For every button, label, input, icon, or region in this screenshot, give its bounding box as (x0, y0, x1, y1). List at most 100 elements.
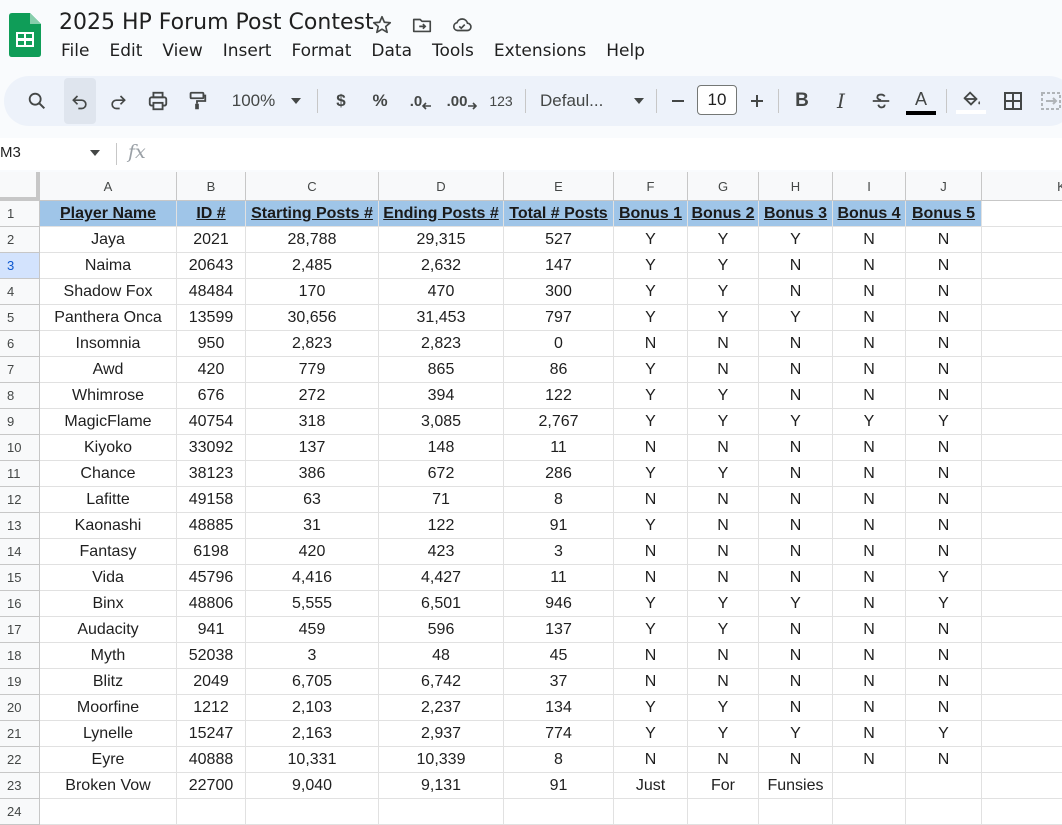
row-header-4[interactable]: 4 (0, 279, 40, 305)
table-cell[interactable]: N (833, 565, 906, 591)
merge-cells-button[interactable] (1040, 76, 1062, 126)
table-cell[interactable]: 1212 (177, 695, 246, 721)
table-cell[interactable]: 865 (379, 357, 504, 383)
table-cell[interactable]: 37 (504, 669, 614, 695)
table-cell[interactable]: Whimrose (40, 383, 177, 409)
table-cell[interactable]: Y (688, 721, 759, 747)
table-cell[interactable]: 423 (379, 539, 504, 565)
table-cell[interactable]: N (833, 227, 906, 253)
row-header-8[interactable]: 8 (0, 383, 40, 409)
select-all-corner[interactable] (0, 172, 40, 201)
table-cell[interactable]: 2021 (177, 227, 246, 253)
italic-button[interactable]: I (828, 76, 854, 126)
name-box[interactable]: M3 (0, 144, 21, 161)
table-cell[interactable]: Eyre (40, 747, 177, 773)
table-cell[interactable]: 38123 (177, 461, 246, 487)
table-cell[interactable] (379, 799, 504, 825)
table-cell[interactable]: 4,427 (379, 565, 504, 591)
table-cell[interactable]: 459 (246, 617, 379, 643)
table-cell[interactable]: 2,823 (379, 331, 504, 357)
table-cell[interactable] (982, 279, 1062, 305)
table-cell[interactable]: 45 (504, 643, 614, 669)
table-cell[interactable]: Y (906, 409, 982, 435)
table-cell[interactable]: Y (688, 305, 759, 331)
table-cell[interactable]: 122 (504, 383, 614, 409)
table-cell[interactable]: 40754 (177, 409, 246, 435)
table-cell[interactable]: N (906, 695, 982, 721)
menu-extensions[interactable]: Extensions (494, 41, 586, 61)
table-cell[interactable]: N (688, 435, 759, 461)
table-cell[interactable]: MagicFlame (40, 409, 177, 435)
decrease-font-size-button[interactable] (666, 76, 690, 126)
table-cell[interactable] (982, 383, 1062, 409)
column-header-d[interactable]: D (379, 172, 504, 201)
paint-format-button[interactable] (182, 76, 212, 126)
table-cell[interactable]: 91 (504, 513, 614, 539)
table-cell[interactable]: 48806 (177, 591, 246, 617)
table-cell[interactable]: 950 (177, 331, 246, 357)
table-cell[interactable]: N (759, 643, 833, 669)
table-cell[interactable]: N (614, 331, 688, 357)
increase-font-size-button[interactable] (745, 76, 769, 126)
table-cell[interactable] (614, 799, 688, 825)
row-header-21[interactable]: 21 (0, 721, 40, 747)
table-cell[interactable]: 63 (246, 487, 379, 513)
table-cell[interactable]: Y (759, 227, 833, 253)
table-cell[interactable]: N (906, 305, 982, 331)
caret-down-icon[interactable] (90, 150, 100, 156)
column-header-a[interactable]: A (40, 172, 177, 201)
table-cell[interactable]: 49158 (177, 487, 246, 513)
table-cell[interactable]: N (688, 513, 759, 539)
table-cell[interactable]: 13599 (177, 305, 246, 331)
more-formats-button[interactable]: 123 (484, 76, 518, 126)
table-cell[interactable]: Kaonashi (40, 513, 177, 539)
increase-decimal-button[interactable]: .00 (445, 76, 479, 126)
table-cell[interactable] (40, 799, 177, 825)
table-cell[interactable]: 2,485 (246, 253, 379, 279)
table-cell[interactable]: 386 (246, 461, 379, 487)
table-cell[interactable]: N (614, 487, 688, 513)
header-cell[interactable]: Bonus 5 (906, 201, 982, 227)
header-cell[interactable]: Ending Posts # (379, 201, 504, 227)
table-cell[interactable]: N (688, 643, 759, 669)
row-header-11[interactable]: 11 (0, 461, 40, 487)
table-cell[interactable]: N (833, 591, 906, 617)
table-cell[interactable]: Audacity (40, 617, 177, 643)
row-header-22[interactable]: 22 (0, 747, 40, 773)
search-menus-button[interactable] (22, 76, 52, 126)
table-cell[interactable]: N (759, 279, 833, 305)
table-cell[interactable]: 6198 (177, 539, 246, 565)
table-cell[interactable]: 10,339 (379, 747, 504, 773)
table-cell[interactable]: Y (759, 409, 833, 435)
table-cell[interactable]: Y (614, 409, 688, 435)
table-cell[interactable]: N (759, 487, 833, 513)
table-cell[interactable]: N (833, 669, 906, 695)
table-cell[interactable]: N (759, 695, 833, 721)
table-cell[interactable]: N (614, 747, 688, 773)
table-cell[interactable]: N (906, 227, 982, 253)
table-cell[interactable]: N (614, 435, 688, 461)
table-cell[interactable] (982, 513, 1062, 539)
table-cell[interactable] (982, 617, 1062, 643)
table-cell[interactable]: 2,163 (246, 721, 379, 747)
format-currency-button[interactable]: $ (328, 76, 354, 126)
table-cell[interactable]: N (833, 435, 906, 461)
table-cell[interactable]: 2,937 (379, 721, 504, 747)
table-cell[interactable] (982, 669, 1062, 695)
table-cell[interactable]: Myth (40, 643, 177, 669)
table-cell[interactable]: 0 (504, 331, 614, 357)
table-cell[interactable]: Y (614, 617, 688, 643)
table-cell[interactable]: N (759, 617, 833, 643)
table-cell[interactable]: Y (614, 227, 688, 253)
formula-input[interactable] (160, 140, 1060, 168)
table-cell[interactable]: 272 (246, 383, 379, 409)
table-cell[interactable]: N (759, 357, 833, 383)
font-family-select[interactable]: Defaul... (540, 76, 644, 126)
table-cell[interactable]: N (688, 487, 759, 513)
print-button[interactable] (143, 76, 173, 126)
table-cell[interactable]: N (833, 747, 906, 773)
table-cell[interactable]: N (833, 539, 906, 565)
table-cell[interactable]: Y (688, 279, 759, 305)
table-cell[interactable]: Lafitte (40, 487, 177, 513)
table-cell[interactable]: 48885 (177, 513, 246, 539)
